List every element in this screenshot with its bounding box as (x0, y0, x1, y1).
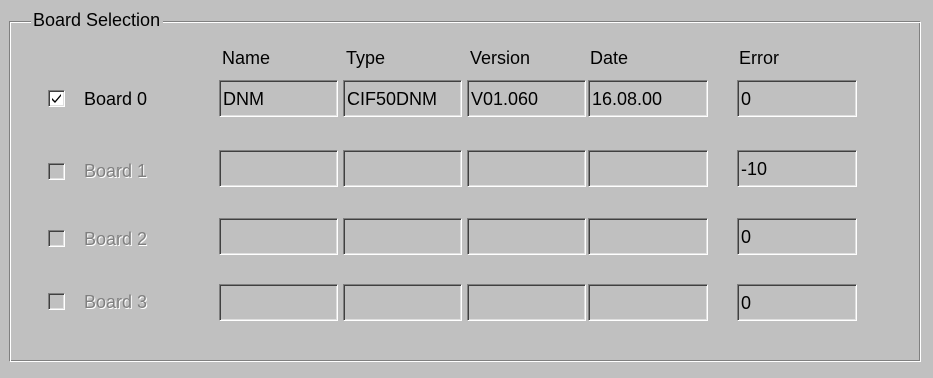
board-2-name-field[interactable] (219, 218, 338, 255)
column-header-version: Version (470, 48, 531, 68)
group-title: Board Selection (31, 8, 164, 32)
board-2-date-field[interactable] (588, 218, 708, 255)
board-1-label: Board 1 (84, 161, 148, 181)
board-2-label: Board 2 (84, 229, 148, 249)
board-1-error-field[interactable]: -10 (737, 150, 857, 187)
board-3-name-field[interactable] (219, 284, 338, 321)
board-3-label: Board 3 (84, 292, 148, 312)
board-3-version-field[interactable] (467, 284, 586, 321)
checkmark-icon (52, 94, 61, 103)
board-3-date-field[interactable] (588, 284, 708, 321)
board-2-type-field[interactable] (343, 218, 462, 255)
board-1-checkbox[interactable] (48, 163, 65, 180)
board-0-name-field[interactable]: DNM (219, 80, 338, 117)
board-2-error-field[interactable]: 0 (737, 218, 857, 255)
board-1-name-field[interactable] (219, 150, 338, 187)
board-0-version-field[interactable]: V01.060 (467, 80, 586, 117)
column-header-date: Date (590, 48, 629, 68)
board-0-error-field[interactable]: 0 (737, 80, 857, 117)
board-0-checkbox[interactable] (48, 90, 65, 107)
board-1-version-field[interactable] (467, 150, 586, 187)
board-2-checkbox[interactable] (48, 230, 65, 247)
board-3-checkbox[interactable] (48, 293, 65, 310)
column-header-error: Error (739, 48, 779, 68)
board-2-version-field[interactable] (467, 218, 586, 255)
column-header-type: Type (346, 48, 386, 68)
column-header-name: Name (222, 48, 271, 68)
board-0-date-field[interactable]: 16.08.00 (588, 80, 708, 117)
board-3-error-field[interactable]: 0 (737, 284, 857, 321)
board-1-type-field[interactable] (343, 150, 462, 187)
board-0-label: Board 0 (84, 89, 148, 109)
board-1-date-field[interactable] (588, 150, 708, 187)
board-0-type-field[interactable]: CIF50DNM (343, 80, 462, 117)
board-3-type-field[interactable] (343, 284, 462, 321)
